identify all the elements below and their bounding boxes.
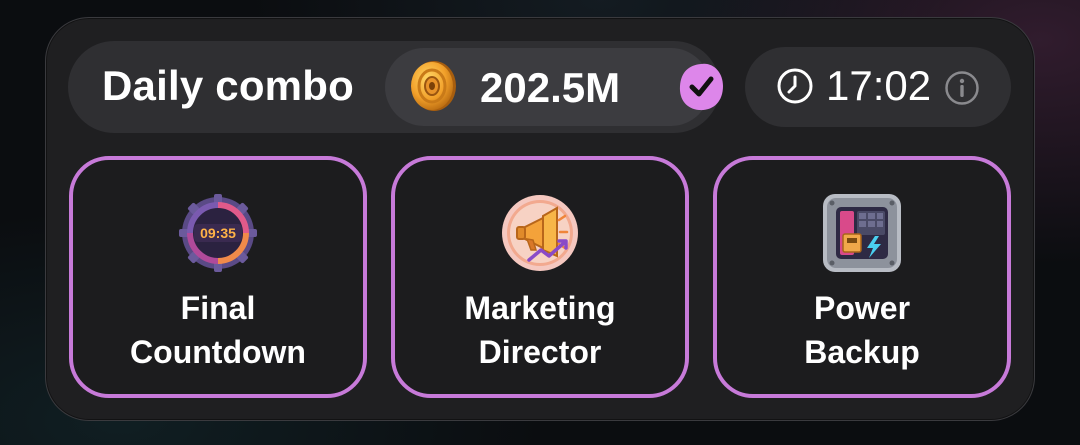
combo-card-label-line: Backup: [804, 334, 920, 370]
timer-value: 17:02: [826, 62, 932, 109]
combo-card-marketing-director[interactable]: Marketing Director: [391, 156, 689, 398]
info-icon[interactable]: [944, 70, 980, 106]
combo-card-final-countdown[interactable]: 09:35 Final Countdown: [69, 156, 367, 398]
coin-icon: [411, 61, 456, 111]
countdown-timer-icon: 09:35: [179, 194, 257, 272]
combo-card-label: Marketing Director: [405, 286, 675, 374]
countdown-icon-text: 09:35: [200, 225, 236, 241]
power-backup-device-icon: [823, 194, 901, 272]
combo-card-label-line: Final: [180, 290, 256, 326]
combo-card-power-backup[interactable]: Power Backup: [713, 156, 1011, 398]
combo-card-label-line: Marketing: [464, 290, 616, 326]
checkmark-badge-icon: [679, 63, 723, 111]
combo-card-label: Power Backup: [727, 286, 997, 374]
combo-card-label-line: Countdown: [130, 334, 306, 370]
daily-combo-title: Daily combo: [102, 62, 354, 109]
combo-card-label-line: Director: [478, 334, 602, 370]
combo-card-label-line: Power: [813, 290, 911, 326]
clock-icon: [777, 68, 813, 104]
megaphone-icon: [502, 195, 578, 271]
reward-value: 202.5M: [480, 64, 621, 111]
combo-card-label: Final Countdown: [83, 286, 353, 374]
